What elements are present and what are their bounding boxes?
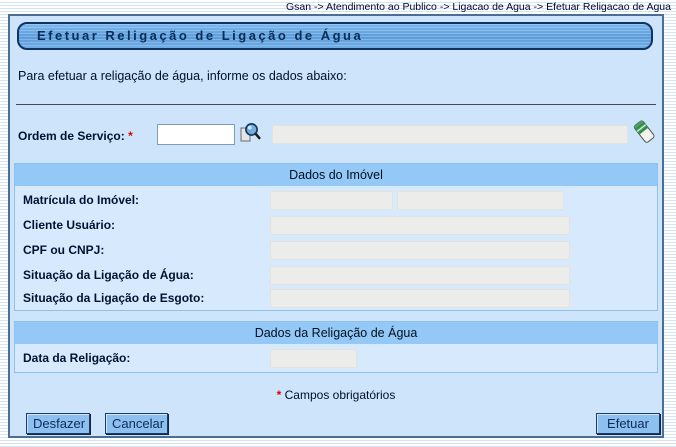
data-religacao-field — [270, 349, 357, 368]
cpf-cnpj-field — [270, 241, 570, 260]
divider — [16, 104, 656, 105]
efetuar-button[interactable]: Efetuar — [596, 413, 660, 434]
required-note-text: Campos obrigatórios — [285, 388, 396, 402]
situacao-esgoto-field — [270, 289, 570, 308]
ordem-servico-label-text: Ordem de Serviço: — [18, 129, 125, 143]
dados-religacao-section: Dados da Religação de Água Data da Relig… — [14, 321, 658, 373]
intro-text: Para efetuar a religação de água, inform… — [18, 69, 347, 83]
eraser-icon[interactable] — [633, 119, 656, 145]
dados-religacao-section-title: Dados da Religação de Água — [15, 322, 657, 344]
matricula-imovel-field-2 — [397, 191, 564, 210]
situacao-agua-field — [270, 266, 570, 285]
data-religacao-label: Data da Religação: — [23, 351, 130, 365]
situacao-esgoto-label: Situação da Ligação de Esgoto: — [23, 291, 204, 305]
ordem-servico-description-field — [272, 125, 628, 144]
main-panel: Efetuar Religação de Ligação de Água Par… — [8, 14, 664, 438]
cancelar-button[interactable]: Cancelar — [105, 413, 168, 434]
cliente-usuario-label: Cliente Usuário: — [23, 218, 115, 232]
ordem-servico-label: Ordem de Serviço: * — [18, 129, 133, 143]
page-title: Efetuar Religação de Ligação de Água — [17, 22, 653, 50]
ordem-servico-input[interactable] — [157, 124, 235, 145]
matricula-imovel-field-1 — [270, 191, 393, 210]
dados-imovel-section-title: Dados do Imóvel — [15, 164, 657, 186]
required-asterisk: * — [277, 388, 282, 402]
required-asterisk: * — [128, 129, 133, 143]
cliente-usuario-field — [270, 216, 570, 235]
dados-imovel-section: Dados do Imóvel Matrícula do Imóvel: Cli… — [14, 163, 658, 311]
desfazer-button[interactable]: Desfazer — [26, 413, 90, 434]
cpf-cnpj-label: CPF ou CNPJ: — [23, 243, 104, 257]
required-fields-note: * Campos obrigatórios — [10, 388, 662, 402]
matricula-imovel-label: Matrícula do Imóvel: — [23, 193, 139, 207]
situacao-agua-label: Situação da Ligação de Água: — [23, 268, 194, 282]
search-icon[interactable] — [238, 121, 261, 144]
breadcrumb[interactable]: Gsan -> Atendimento ao Publico -> Ligaca… — [286, 1, 671, 13]
